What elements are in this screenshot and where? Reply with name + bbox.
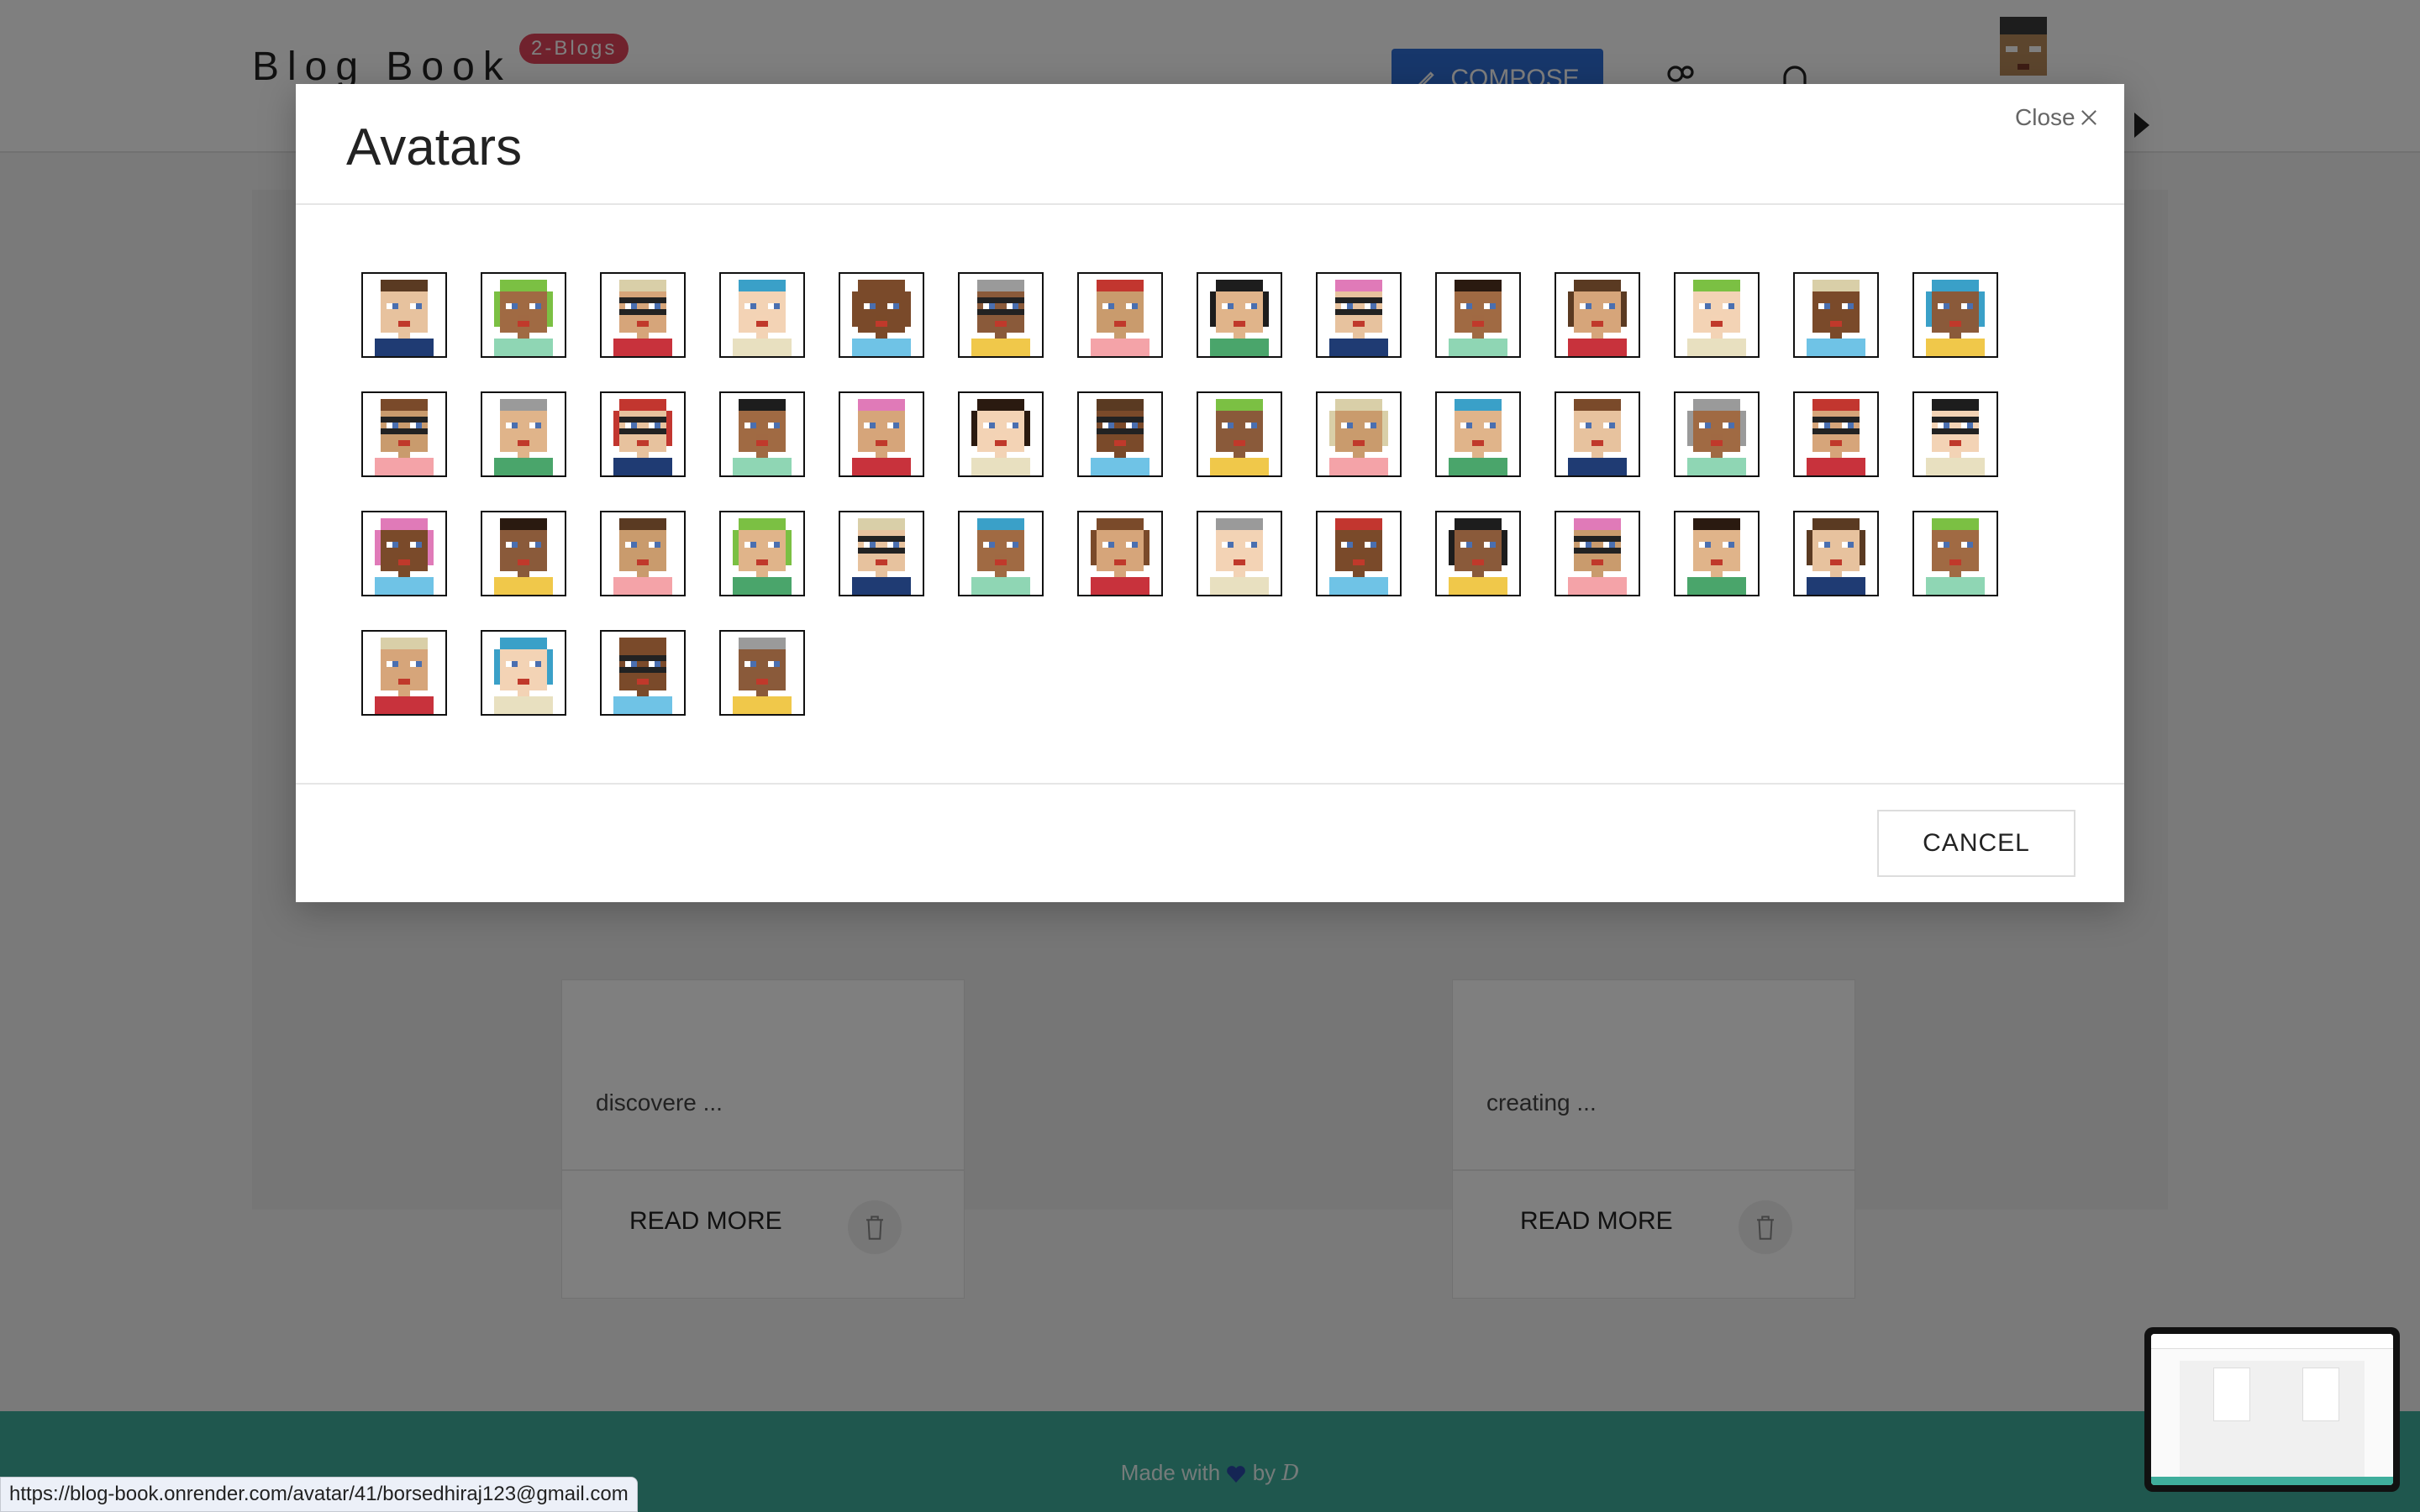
avatar-face-icon — [840, 393, 923, 475]
avatar-face-icon — [1556, 274, 1639, 356]
avatar-face-icon — [1318, 393, 1400, 475]
avatar-face-icon — [363, 632, 445, 714]
avatar-option[interactable] — [1793, 391, 1879, 477]
avatar-face-icon — [1079, 393, 1161, 475]
avatar-face-icon — [1914, 393, 1996, 475]
avatar-option[interactable] — [1912, 511, 1998, 596]
avatar-option[interactable] — [361, 511, 447, 596]
avatar-option[interactable] — [361, 630, 447, 716]
avatar-face-icon — [1318, 512, 1400, 595]
avatar-face-icon — [1198, 274, 1281, 356]
avatar-option[interactable] — [361, 272, 447, 358]
avatar-option[interactable] — [1555, 511, 1640, 596]
avatar-option[interactable] — [839, 511, 924, 596]
avatar-option[interactable] — [1912, 391, 1998, 477]
avatar-option[interactable] — [1435, 511, 1521, 596]
avatar-option[interactable] — [1197, 272, 1282, 358]
avatar-option[interactable] — [600, 272, 686, 358]
avatar-face-icon — [1437, 274, 1519, 356]
avatar-option[interactable] — [1316, 511, 1402, 596]
avatar-face-icon — [602, 632, 684, 714]
avatar-option[interactable] — [600, 511, 686, 596]
avatar-option[interactable] — [1674, 272, 1760, 358]
avatar-face-icon — [840, 274, 923, 356]
avatar-face-icon — [602, 393, 684, 475]
avatar-option[interactable] — [1435, 272, 1521, 358]
avatar-option[interactable] — [481, 630, 566, 716]
avatar-face-icon — [721, 632, 803, 714]
avatar-option[interactable] — [1555, 391, 1640, 477]
avatar-face-icon — [482, 512, 565, 595]
avatar-option[interactable] — [1674, 511, 1760, 596]
modal-footer-divider — [296, 783, 2124, 785]
avatar-option[interactable] — [719, 630, 805, 716]
avatar-option[interactable] — [481, 391, 566, 477]
avatar-face-icon — [960, 274, 1042, 356]
avatar-face-icon — [960, 512, 1042, 595]
avatar-face-icon — [1079, 512, 1161, 595]
screen-preview-thumbnail[interactable] — [2144, 1327, 2400, 1492]
avatar-option[interactable] — [1674, 391, 1760, 477]
avatar-face-icon — [1676, 274, 1758, 356]
avatar-face-icon — [363, 393, 445, 475]
avatar-face-icon — [1914, 512, 1996, 595]
avatar-option[interactable] — [958, 272, 1044, 358]
avatar-option[interactable] — [1197, 391, 1282, 477]
avatar-face-icon — [1556, 512, 1639, 595]
avatar-option[interactable] — [1197, 511, 1282, 596]
avatar-face-icon — [1198, 393, 1281, 475]
avatar-grid — [296, 84, 2124, 902]
avatar-option[interactable] — [719, 391, 805, 477]
avatar-option[interactable] — [1077, 272, 1163, 358]
avatar-face-icon — [1198, 512, 1281, 595]
avatar-option[interactable] — [1316, 391, 1402, 477]
avatar-face-icon — [1437, 512, 1519, 595]
avatar-option[interactable] — [1793, 511, 1879, 596]
avatar-face-icon — [1795, 512, 1877, 595]
avatar-option[interactable] — [839, 391, 924, 477]
avatar-option[interactable] — [1793, 272, 1879, 358]
avatar-face-icon — [1318, 274, 1400, 356]
avatar-face-icon — [1676, 512, 1758, 595]
avatar-option[interactable] — [481, 511, 566, 596]
avatar-option[interactable] — [1077, 511, 1163, 596]
avatar-face-icon — [1914, 274, 1996, 356]
avatar-face-icon — [363, 274, 445, 356]
avatar-face-icon — [482, 274, 565, 356]
avatar-option[interactable] — [839, 272, 924, 358]
status-bar-url: https://blog-book.onrender.com/avatar/41… — [0, 1477, 638, 1512]
avatar-face-icon — [602, 274, 684, 356]
avatar-option[interactable] — [719, 511, 805, 596]
avatar-face-icon — [1437, 393, 1519, 475]
avatar-option[interactable] — [600, 391, 686, 477]
avatar-option[interactable] — [1912, 272, 1998, 358]
avatar-option[interactable] — [1316, 272, 1402, 358]
avatar-face-icon — [721, 512, 803, 595]
avatar-face-icon — [1795, 274, 1877, 356]
avatar-face-icon — [840, 512, 923, 595]
avatar-face-icon — [1079, 274, 1161, 356]
avatars-modal: Avatars Close CANCEL — [296, 84, 2124, 902]
avatar-face-icon — [1676, 393, 1758, 475]
avatar-face-icon — [1556, 393, 1639, 475]
avatar-option[interactable] — [1077, 391, 1163, 477]
avatar-face-icon — [1795, 393, 1877, 475]
avatar-option[interactable] — [958, 511, 1044, 596]
avatar-face-icon — [721, 393, 803, 475]
avatar-option[interactable] — [958, 391, 1044, 477]
avatar-face-icon — [960, 393, 1042, 475]
avatar-face-icon — [482, 393, 565, 475]
avatar-option[interactable] — [600, 630, 686, 716]
avatar-face-icon — [721, 274, 803, 356]
avatar-face-icon — [363, 512, 445, 595]
avatar-option[interactable] — [1435, 391, 1521, 477]
avatar-option[interactable] — [361, 391, 447, 477]
avatar-face-icon — [482, 632, 565, 714]
avatar-face-icon — [602, 512, 684, 595]
cancel-button[interactable]: CANCEL — [1877, 810, 2075, 877]
avatar-option[interactable] — [481, 272, 566, 358]
avatar-option[interactable] — [719, 272, 805, 358]
avatar-option[interactable] — [1555, 272, 1640, 358]
